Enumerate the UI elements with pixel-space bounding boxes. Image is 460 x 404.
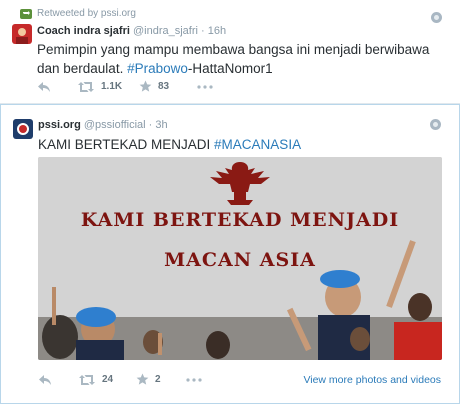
favorite-count: 2 bbox=[155, 374, 161, 385]
tweet-photo[interactable]: KAMI BERTEKAD MENJADI MACAN ASIA bbox=[38, 157, 442, 360]
reply-button[interactable] bbox=[37, 81, 77, 93]
reply-icon bbox=[38, 81, 50, 92]
tweet-time[interactable]: 16h bbox=[208, 25, 226, 37]
retweet-context-text: Retweeted by pssi.org bbox=[37, 8, 136, 19]
hashtag-link[interactable]: #Prabowo bbox=[127, 61, 188, 76]
retweet-button[interactable]: 24 bbox=[78, 374, 136, 386]
tweet-header: Coach indra sjafri @indra_sjafri · 16h bbox=[37, 25, 226, 37]
more-button[interactable] bbox=[197, 84, 213, 89]
favorite-button[interactable]: 83 bbox=[139, 80, 197, 93]
tweet-actions: 24 2 bbox=[38, 373, 202, 386]
avatar[interactable] bbox=[13, 119, 33, 139]
favorite-button[interactable]: 2 bbox=[136, 373, 186, 386]
tweet-text: KAMI BERTEKAD MENJADI #MACANASIA bbox=[38, 135, 438, 154]
retweet-small-icon bbox=[20, 8, 32, 19]
dot-separator: · bbox=[148, 119, 153, 131]
retweet-count: 24 bbox=[102, 374, 114, 385]
tweet-retweeted[interactable]: Retweeted by pssi.org Coach indra sjafri… bbox=[0, 0, 460, 104]
tweet-header: pssi.org @pssiofficial · 3h bbox=[38, 119, 168, 131]
reply-icon bbox=[39, 374, 51, 385]
retweet-icon bbox=[78, 81, 94, 92]
retweet-context: Retweeted by pssi.org bbox=[20, 8, 136, 19]
globe-icon[interactable] bbox=[430, 119, 441, 130]
tweet-actions: 1.1K 83 bbox=[37, 80, 213, 93]
star-icon bbox=[136, 373, 149, 385]
retweet-count: 1.1K bbox=[101, 81, 123, 92]
view-more-photos-link[interactable]: View more photos and videos bbox=[303, 374, 441, 386]
dot-separator: · bbox=[201, 25, 205, 37]
tweet-with-photo[interactable]: pssi.org @pssiofficial · 3h KAMI BERTEKA… bbox=[0, 104, 460, 404]
author-handle[interactable]: @indra_sjafri bbox=[133, 25, 198, 37]
more-icon bbox=[197, 84, 213, 89]
retweet-button[interactable]: 1.1K bbox=[77, 81, 139, 93]
retweet-icon bbox=[79, 374, 95, 385]
avatar[interactable] bbox=[12, 24, 32, 44]
author-name[interactable]: Coach indra sjafri bbox=[37, 25, 130, 37]
tweet-text: Pemimpin yang mampu membawa bangsa ini m… bbox=[37, 40, 447, 78]
tweet-text-part: -HattaNomor1 bbox=[187, 61, 273, 76]
photo-caption-line2: MACAN ASIA bbox=[164, 249, 316, 271]
favorite-count: 83 bbox=[158, 81, 170, 92]
author-handle[interactable]: @pssiofficial bbox=[84, 119, 146, 131]
tweet-text-part: KAMI BERTEKAD MENJADI bbox=[38, 137, 215, 152]
more-icon bbox=[186, 377, 202, 382]
author-name[interactable]: pssi.org bbox=[38, 119, 81, 131]
hashtag-link[interactable]: #MACANASIA bbox=[214, 137, 301, 152]
reply-button[interactable] bbox=[38, 374, 78, 386]
more-button[interactable] bbox=[186, 377, 202, 382]
globe-icon[interactable] bbox=[431, 12, 442, 23]
star-icon bbox=[139, 80, 152, 92]
tweet-time[interactable]: 3h bbox=[155, 119, 167, 131]
photo-caption-line1: KAMI BERTEKAD MENJADI bbox=[80, 209, 400, 231]
